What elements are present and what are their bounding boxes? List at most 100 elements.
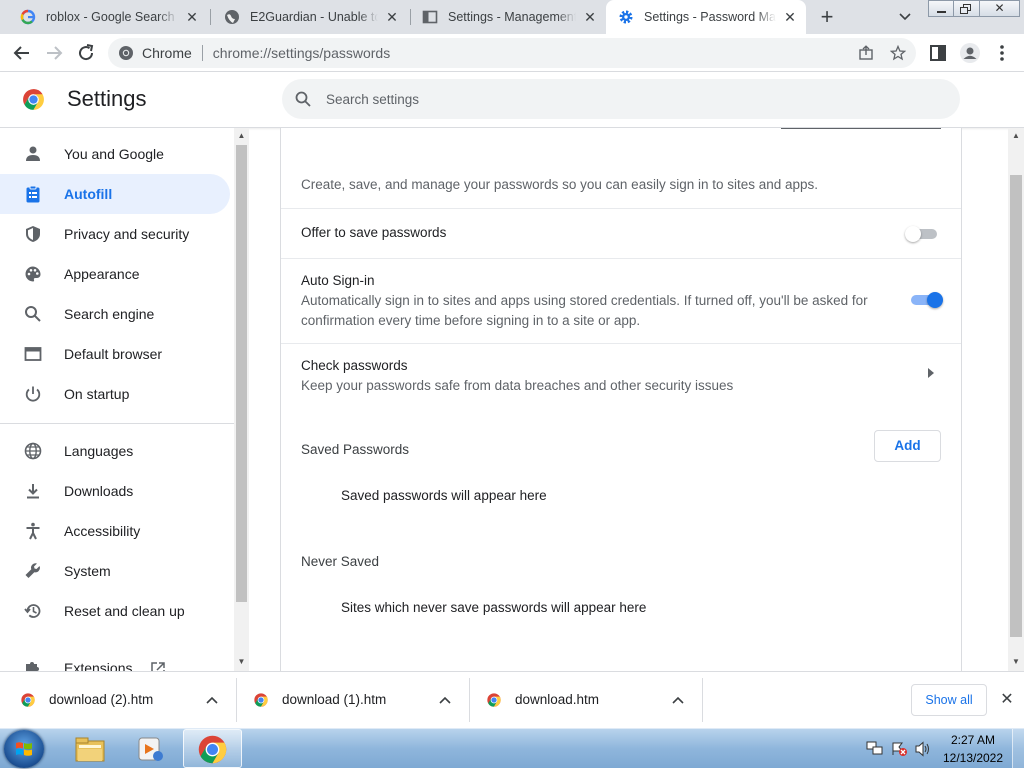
close-icon[interactable]: ✕ <box>184 9 200 25</box>
globe-icon <box>225 10 239 24</box>
sidebar-item-label: Privacy and security <box>64 226 190 242</box>
address-bar[interactable]: Chrome chrome://settings/passwords <box>108 38 916 68</box>
restore-button[interactable] <box>954 0 980 17</box>
search-icon <box>295 91 311 107</box>
share-icon[interactable] <box>858 45 874 61</box>
action-center-icon[interactable] <box>890 741 908 757</box>
check-passwords-row[interactable]: Check passwords Keep your passwords safe… <box>281 344 961 402</box>
new-tab-button[interactable]: + <box>816 6 838 29</box>
add-password-button[interactable]: Add <box>874 430 941 462</box>
side-panel-icon[interactable] <box>926 41 950 65</box>
check-passwords-label: Check passwords <box>301 358 408 373</box>
intro-text: Create, save, and manage your passwords … <box>301 177 819 192</box>
forward-arrow-icon[interactable] <box>42 41 66 65</box>
sidebar-item-label: Appearance <box>64 266 140 282</box>
tab-password-manager[interactable]: Settings - Password Manager ✕ <box>606 0 806 34</box>
auto-signin-description-cont: confirmation every time before signing i… <box>301 313 641 328</box>
tab-roblox-search[interactable]: roblox - Google Search ✕ <box>8 0 208 34</box>
auto-signin-row[interactable]: Auto Sign-in Automatically sign in to si… <box>281 259 961 344</box>
sidebar-item-privacy[interactable]: Privacy and security <box>0 214 230 254</box>
chrome-file-icon <box>21 693 35 707</box>
page-scrollbar[interactable]: ▲ ▼ <box>1008 128 1024 671</box>
chrome-taskbar-button[interactable] <box>183 729 242 768</box>
page-scrollbar-thumb[interactable] <box>1010 175 1022 637</box>
offer-to-save-row[interactable]: Offer to save passwords <box>281 209 961 259</box>
palette-icon <box>25 266 41 282</box>
sidebar-item-downloads[interactable]: Downloads <box>0 471 230 511</box>
chrome-file-icon <box>487 693 501 707</box>
media-player-taskbar-icon[interactable] <box>128 731 172 767</box>
sidebar-item-label: Default browser <box>64 346 163 362</box>
show-all-button[interactable]: Show all <box>911 684 987 716</box>
sidebar-item-label: Search engine <box>64 306 155 322</box>
sidebar-item-autofill[interactable]: Autofill <box>0 174 230 214</box>
menu-kebab-icon[interactable] <box>990 41 1014 65</box>
page-title: Settings <box>67 86 147 111</box>
sidebar-item-system[interactable]: System <box>0 551 230 591</box>
download-item[interactable]: download (2).htm <box>0 672 233 729</box>
close-icon[interactable]: ✕ <box>582 9 598 25</box>
volume-icon[interactable] <box>914 741 932 757</box>
sidebar-item-you-and-google[interactable]: You and Google <box>0 134 230 174</box>
tab-strip: roblox - Google Search ✕ E2Guardian - Un… <box>0 0 1024 34</box>
settings-search-input[interactable]: Search settings <box>282 79 960 119</box>
auto-signin-description: Automatically sign in to sites and apps … <box>301 293 868 308</box>
reload-icon[interactable] <box>74 41 98 65</box>
show-desktop-button[interactable] <box>1012 729 1024 769</box>
download-filename: download (1).htm <box>282 692 387 707</box>
sidebar-item-on-startup[interactable]: On startup <box>0 374 230 414</box>
close-window-button[interactable]: ✕ <box>980 0 1020 17</box>
clock-date[interactable]: 12/13/2022 <box>938 751 1008 765</box>
download-item[interactable]: download (1).htm <box>236 672 469 729</box>
sidebar-item-appearance[interactable]: Appearance <box>0 254 230 294</box>
scroll-down-arrow-icon[interactable]: ▼ <box>1011 657 1021 666</box>
offer-to-save-toggle[interactable] <box>905 226 939 242</box>
sidebar-item-default-browser[interactable]: Default browser <box>0 334 230 374</box>
download-item[interactable]: download.htm <box>469 672 702 729</box>
minimize-button[interactable] <box>928 0 954 17</box>
close-download-bar-icon[interactable]: ✕ <box>998 689 1016 709</box>
clock-time[interactable]: 2:27 AM <box>938 733 1008 747</box>
scroll-up-arrow-icon[interactable]: ▲ <box>1011 131 1021 140</box>
bookmark-star-icon[interactable] <box>890 45 906 61</box>
never-saved-heading: Never Saved <box>301 554 380 569</box>
download-bar: download (2).htm download (1).htm downlo… <box>0 671 1024 728</box>
sidebar-item-languages[interactable]: Languages <box>0 431 230 471</box>
sidebar-item-reset[interactable]: Reset and clean up <box>0 591 230 631</box>
omnibox-divider <box>201 45 203 61</box>
auto-signin-toggle[interactable] <box>909 292 943 308</box>
chevron-up-icon[interactable] <box>672 696 684 704</box>
windows-taskbar: 2:27 AM 12/13/2022 <box>0 728 1024 769</box>
sidebar-item-label: Languages <box>64 443 134 459</box>
folder-icon <box>75 737 105 762</box>
back-arrow-icon[interactable] <box>10 41 34 65</box>
close-icon[interactable]: ✕ <box>384 9 400 25</box>
sidebar-item-accessibility[interactable]: Accessibility <box>0 511 230 551</box>
tab-settings-management[interactable]: Settings - Management ✕ <box>410 0 606 34</box>
shield-icon <box>26 226 40 242</box>
browser-icon <box>24 347 42 361</box>
tab-e2guardian[interactable]: E2Guardian - Unable to load page ✕ <box>212 0 408 34</box>
sidebar-item-search-engine[interactable]: Search engine <box>0 294 230 334</box>
sidebar-item-label: Downloads <box>64 483 134 499</box>
sidebar-item-extensions[interactable]: Extensions <box>0 648 230 671</box>
tab-search-chevron-icon[interactable] <box>898 11 912 23</box>
sidebar-scrollbar-thumb[interactable] <box>236 145 247 602</box>
network-icon[interactable] <box>866 741 884 757</box>
sidebar-scrollbar[interactable]: ▲ ▼ <box>234 128 249 671</box>
scroll-down-arrow-icon[interactable]: ▼ <box>237 657 246 666</box>
scroll-up-arrow-icon[interactable]: ▲ <box>237 131 246 140</box>
never-saved-empty: Sites which never save passwords will ap… <box>341 600 647 615</box>
chrome-logo-icon <box>23 89 44 110</box>
arrow-right-icon <box>928 368 934 378</box>
download-divider <box>702 678 703 722</box>
start-button[interactable] <box>4 730 44 768</box>
search-placeholder: Search settings <box>326 91 420 107</box>
chevron-up-icon[interactable] <box>206 696 218 704</box>
close-icon[interactable]: ✕ <box>782 9 798 25</box>
toggle-knob <box>905 226 921 242</box>
profile-avatar-icon[interactable] <box>958 41 982 65</box>
file-explorer-taskbar-icon[interactable] <box>68 731 112 767</box>
chevron-up-icon[interactable] <box>439 696 451 704</box>
chrome-file-icon <box>254 693 268 707</box>
